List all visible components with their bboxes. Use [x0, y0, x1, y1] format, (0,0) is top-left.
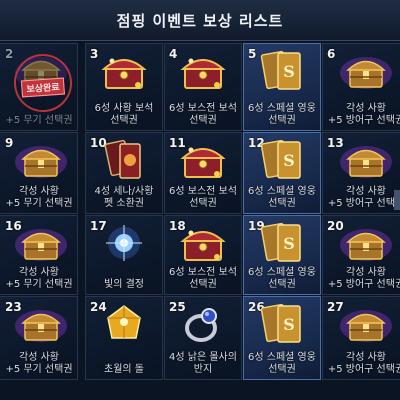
- reward-label: 6성 보스전 보석 선택권: [169, 103, 237, 126]
- red-gold-chest-icon: [94, 49, 154, 93]
- reward-cell-23[interactable]: 23 각성 사황 +5 무기 선택권: [0, 296, 78, 380]
- pet-cards-icon: [94, 138, 154, 182]
- reward-label: 4성 세나/사황 펫 소환권: [94, 186, 154, 209]
- reward-label: 6성 보스전 보석 선택권: [169, 267, 237, 290]
- golden-card-icon: S: [252, 221, 312, 265]
- svg-text:S: S: [283, 151, 295, 170]
- reward-cell-20[interactable]: 20 각성 사황 +5 방어구 선택권: [322, 215, 400, 295]
- ring-icon: [173, 302, 233, 346]
- reward-label: 빛의 결정: [104, 279, 144, 290]
- reward-cell-10[interactable]: 10 4성 세나/사황 펫 소환권: [85, 132, 163, 214]
- reward-cell-12[interactable]: 12 S 6성 스페셜 영웅 선택권: [243, 132, 321, 214]
- purple-chest-icon: [336, 49, 396, 93]
- scroll-indicator[interactable]: [394, 190, 400, 210]
- reward-label: 4성 낡은 몰사의 반지: [169, 352, 237, 375]
- purple-chest-icon: [11, 221, 71, 265]
- reward-label: 6성 스페셜 영웅 선택권: [248, 103, 316, 126]
- reward-label: 각성 사황 +5 방어구 선택권: [327, 267, 400, 290]
- red-gold-chest-icon: [173, 138, 233, 182]
- golden-card-icon: S: [252, 138, 312, 182]
- reward-cell-4[interactable]: 4 6성 보스전 보석 선택권: [164, 43, 242, 131]
- reward-cell-24[interactable]: 24 초월의 돌: [85, 296, 163, 380]
- reward-label: 각성 사황 +5 무기 선택권: [5, 267, 73, 290]
- purple-chest-icon: [336, 138, 396, 182]
- reward-day-number: 6: [327, 47, 336, 61]
- purple-chest-icon: [336, 221, 396, 265]
- reward-cell-5[interactable]: 5 S 6성 스페셜 영웅 선택권: [243, 43, 321, 131]
- golden-card-icon: S: [252, 49, 312, 93]
- svg-text:S: S: [283, 315, 295, 334]
- reward-label: 각성 사황 +5 방어구 선택권: [327, 103, 400, 126]
- reward-cell-13[interactable]: 13 각성 사황 +5 방어구 선택권: [322, 132, 400, 214]
- reward-label: 6성 스페셜 영웅 선택권: [248, 186, 316, 209]
- reward-cell-16[interactable]: 16 각성 사황 +5 무기 선택권: [0, 215, 78, 295]
- reward-cell-17[interactable]: 17 빛의 결정: [85, 215, 163, 295]
- golden-stone-icon: [94, 302, 154, 346]
- reward-cell-9[interactable]: 9 각성 사황 +5 무기 선택권: [0, 132, 78, 214]
- reward-label: 각성 사황 +5 방어구 선택권: [327, 186, 400, 209]
- reward-label: 초월의 돌: [104, 364, 144, 375]
- reward-label: 6성 스페셜 영웅 선택권: [248, 267, 316, 290]
- red-gold-chest-icon: [173, 49, 233, 93]
- reward-label: 각성 사황 +5 무기 선택권: [5, 186, 73, 209]
- reward-grid: 2 +5 무기 선택권 보상완료 3 6성 사황 보석 선택권 4 6성 보스전 보석…: [0, 43, 400, 400]
- page-title: 점핑 이벤트 보상 리스트: [116, 11, 284, 30]
- reward-label: +5 무기 선택권: [5, 115, 73, 126]
- reward-label: 6성 사황 보석 선택권: [94, 103, 154, 126]
- reward-cell-6[interactable]: 6 각성 사황 +5 방어구 선택권: [322, 43, 400, 131]
- svg-text:S: S: [283, 62, 295, 81]
- reward-label: 각성 사황 +5 방어구 선택권: [327, 352, 400, 375]
- golden-card-icon: S: [252, 302, 312, 346]
- light-crystal-icon: [94, 221, 154, 265]
- reward-cell-3[interactable]: 3 6성 사황 보석 선택권: [85, 43, 163, 131]
- reward-cell-27[interactable]: 27 각성 사황 +5 방어구 선택권: [322, 296, 400, 380]
- reward-label: 6성 스페셜 영웅 선택권: [248, 352, 316, 375]
- purple-chest-icon: [11, 138, 71, 182]
- purple-chest-icon: [11, 302, 71, 346]
- red-gold-chest-icon: [173, 221, 233, 265]
- reward-label: 6성 보스전 보석 선택권: [169, 186, 237, 209]
- svg-text:S: S: [283, 234, 295, 253]
- reward-cell-26[interactable]: 26 S 6성 스페셜 영웅 선택권: [243, 296, 321, 380]
- reward-cell-19[interactable]: 19 S 6성 스페셜 영웅 선택권: [243, 215, 321, 295]
- reward-label: 각성 사황 +5 무기 선택권: [5, 352, 73, 375]
- title-bar: 점핑 이벤트 보상 리스트: [0, 0, 400, 41]
- reward-cell-18[interactable]: 18 6성 보스전 보석 선택권: [164, 215, 242, 295]
- purple-chest-icon: [336, 302, 396, 346]
- reward-cell-25[interactable]: 25 4성 낡은 몰사의 반지: [164, 296, 242, 380]
- claimed-stamp-label: 보상완료: [20, 77, 65, 98]
- reward-cell-2[interactable]: 2 +5 무기 선택권 보상완료: [0, 43, 78, 131]
- reward-cell-11[interactable]: 11 6성 보스전 보석 선택권: [164, 132, 242, 214]
